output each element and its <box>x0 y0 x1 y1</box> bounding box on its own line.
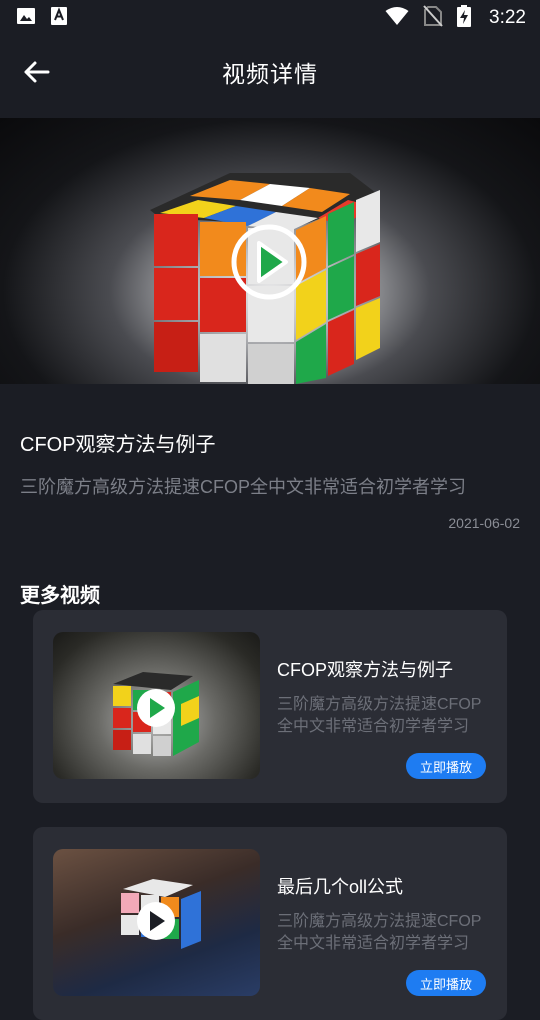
video-info: CFOP观察方法与例子 三阶魔方高级方法提速CFOP全中文非常适合初学者学习 2… <box>0 428 540 531</box>
card-description: 三阶魔方高级方法提速CFOP全中文非常适合初学者学习 <box>277 696 482 735</box>
play-now-button[interactable]: 立即播放 <box>406 753 486 779</box>
rubiks-cube-thumbnail <box>121 879 201 949</box>
card-title: 最后几个oll公式 <box>277 877 404 897</box>
video-date: 2021-06-02 <box>448 515 520 531</box>
play-now-button[interactable]: 立即播放 <box>406 970 486 996</box>
no-sim-icon <box>423 4 443 32</box>
play-circle-icon[interactable] <box>230 223 308 301</box>
app-bar: 视频详情 <box>0 36 540 108</box>
video-player[interactable] <box>0 118 540 384</box>
status-time: 3:22 <box>489 7 526 28</box>
back-button[interactable] <box>18 56 54 88</box>
video-card[interactable]: CFOP观察方法与例子 三阶魔方高级方法提速CFOP全中文非常适合初学者学习 立… <box>33 610 507 803</box>
video-card[interactable]: 最后几个oll公式 三阶魔方高级方法提速CFOP全中文非常适合初学者学习 立即播… <box>33 827 507 1020</box>
arrow-left-icon <box>24 61 50 83</box>
text-a-icon <box>50 6 68 31</box>
card-description: 三阶魔方高级方法提速CFOP全中文非常适合初学者学习 <box>277 913 482 952</box>
video-thumbnail <box>53 632 260 779</box>
card-title: CFOP观察方法与例子 <box>277 660 454 680</box>
rubiks-cube-thumbnail <box>113 672 199 756</box>
section-title-more-videos: 更多视频 <box>20 585 100 607</box>
page-title: 视频详情 <box>222 61 318 87</box>
video-description: 三阶魔方高级方法提速CFOP全中文非常适合初学者学习 <box>20 477 466 497</box>
wifi-icon <box>385 6 409 31</box>
video-thumbnail <box>53 849 260 996</box>
battery-charging-icon <box>457 4 472 32</box>
image-icon <box>16 6 36 31</box>
video-title: CFOP观察方法与例子 <box>20 434 216 456</box>
status-bar: 3:22 <box>0 0 540 36</box>
